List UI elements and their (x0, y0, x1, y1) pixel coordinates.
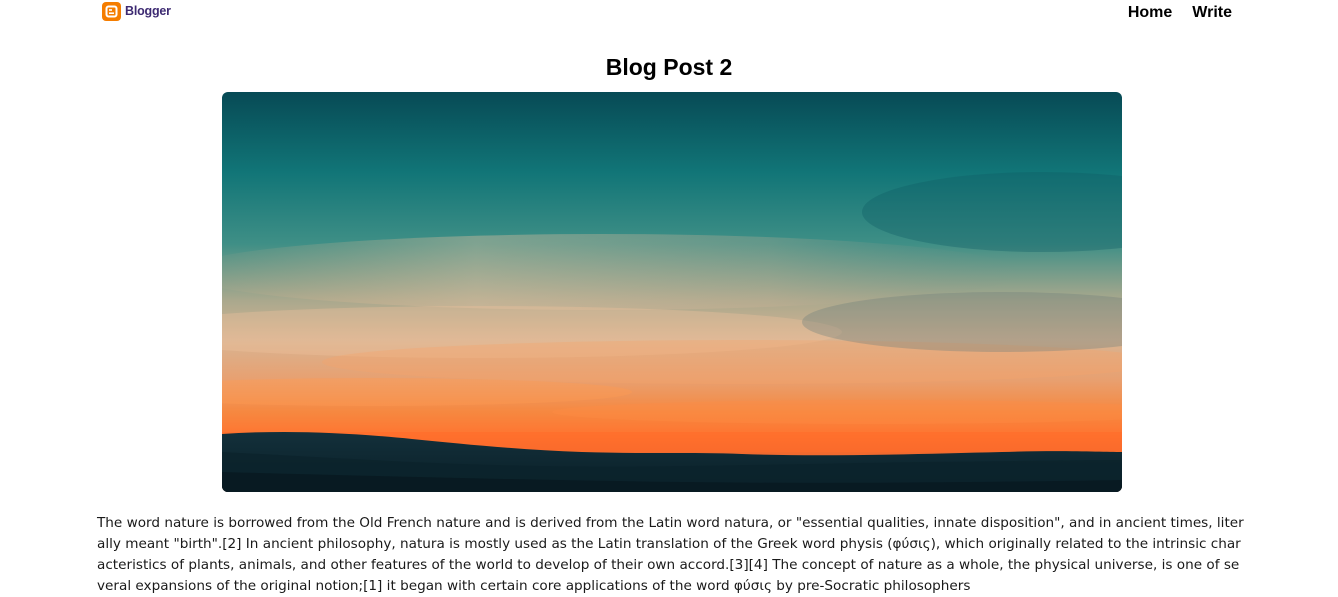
post-body-text: The word nature is borrowed from the Old… (97, 515, 1244, 594)
blogger-logo[interactable]: Blogger (102, 0, 171, 22)
post-title: Blog Post 2 (605, 54, 733, 80)
sunset-landscape-image (222, 92, 1122, 492)
nav-home-link[interactable]: Home (1128, 4, 1172, 22)
nav-links: Home Write (1128, 4, 1232, 22)
logo-text: Blogger (125, 4, 171, 18)
blogger-logo-icon (102, 1, 121, 21)
nav-write-link[interactable]: Write (1192, 4, 1232, 22)
post-hero-image (222, 92, 1122, 492)
navbar: Blogger Home Write (0, 0, 1338, 34)
